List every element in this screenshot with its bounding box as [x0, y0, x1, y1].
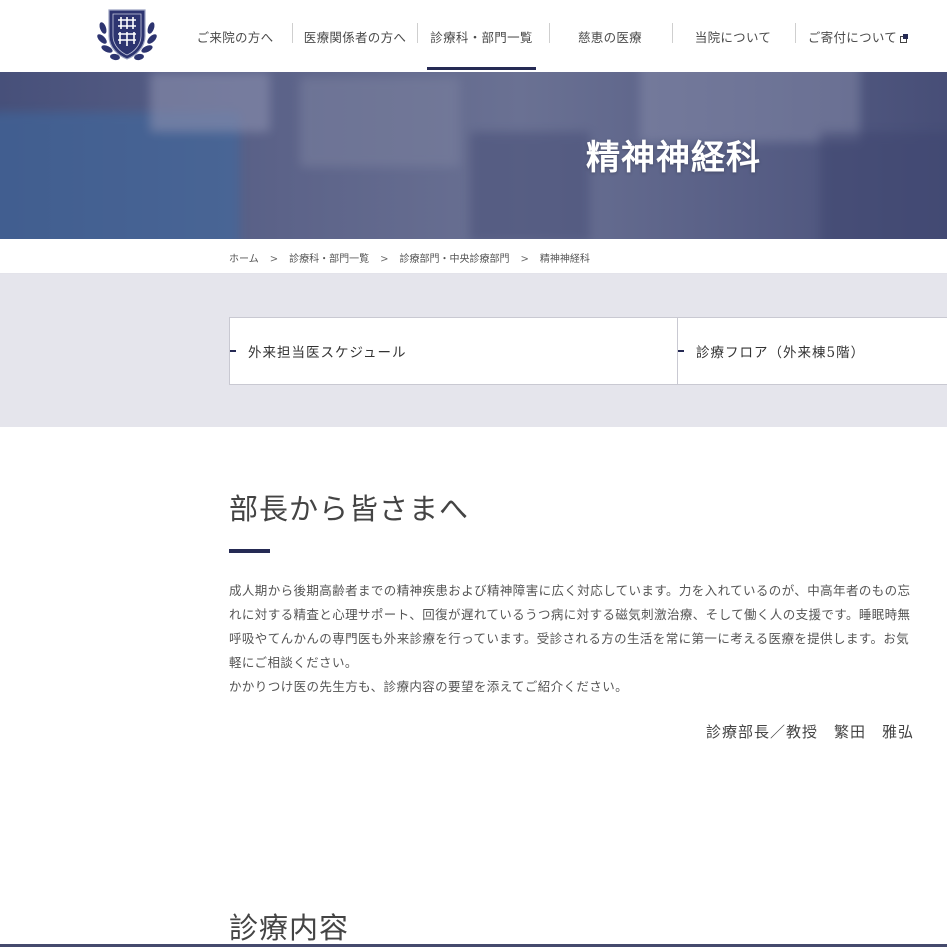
nav-divider: [417, 23, 418, 43]
hero-background-image: [820, 132, 947, 239]
hero-background-image: [470, 132, 590, 239]
heading-underline: [229, 549, 270, 553]
greeting-message: 成人期から後期高齢者までの精神疾患および精神障害に広く対応しています。力を入れて…: [229, 579, 919, 699]
nav-item-donation[interactable]: ご寄付について: [803, 0, 913, 72]
services-heading: 診療内容: [229, 911, 350, 945]
nav-divider: [795, 23, 796, 43]
greeting-paragraph: 成人期から後期高齢者までの精神疾患および精神障害に広く対応しています。力を入れて…: [229, 583, 911, 670]
link-outpatient-schedule[interactable]: 外来担当医スケジュール: [229, 317, 678, 385]
global-nav: ご来院の方へ 医療関係者の方へ 診療科・部門一覧 慈恵の医療 当院について ご寄…: [175, 0, 947, 72]
nav-item-patients[interactable]: ご来院の方へ: [185, 0, 285, 72]
quick-links-band: 外来担当医スケジュール 診療フロア（外来棟5階）: [0, 274, 947, 427]
nav-item-about[interactable]: 当院について: [678, 0, 788, 72]
nav-item-departments[interactable]: 診療科・部門一覧: [427, 0, 536, 72]
breadcrumb-link-home[interactable]: ホーム: [229, 254, 259, 265]
nav-item-medical-professionals[interactable]: 医療関係者の方へ: [299, 0, 411, 72]
breadcrumb-link-clinical-departments[interactable]: 診療部門・中央診療部門: [399, 254, 509, 265]
breadcrumb: ホーム > 診療科・部門一覧 > 診療部門・中央診療部門 > 精神神経科: [0, 239, 947, 274]
greeting-heading: 部長から皆さまへ: [229, 492, 470, 526]
breadcrumb-current: 精神神経科: [539, 254, 590, 265]
breadcrumb-link-departments[interactable]: 診療科・部門一覧: [289, 254, 369, 265]
nav-item-jikei-medicine[interactable]: 慈恵の医療: [555, 0, 665, 72]
external-link-icon: [900, 34, 909, 43]
hero-background-image: [150, 72, 270, 132]
page-hero-banner: 精神神経科: [0, 72, 947, 239]
breadcrumb-separator: >: [520, 254, 529, 265]
breadcrumb-separator: >: [269, 254, 279, 265]
greeting-paragraph: かかりつけ医の先生方も、診療内容の要望を添えてご紹介ください。: [229, 679, 629, 694]
link-clinic-floor[interactable]: 診療フロア（外来棟5階）: [677, 317, 947, 385]
nav-divider: [549, 23, 550, 43]
breadcrumb-separator: >: [380, 254, 389, 265]
nav-divider: [672, 23, 673, 43]
dash-bullet-icon: [230, 350, 236, 352]
director-signature: 診療部長／教授 繁田 雅弘: [705, 723, 914, 741]
nav-divider: [292, 23, 293, 43]
university-emblem-logo[interactable]: [95, 6, 159, 62]
dash-bullet-icon: [678, 350, 684, 352]
hero-background-image: [300, 77, 460, 167]
page-title: 精神神経科: [586, 138, 761, 178]
site-header: ご来院の方へ 医療関係者の方へ 診療科・部門一覧 慈恵の医療 当院について ご寄…: [0, 0, 947, 72]
